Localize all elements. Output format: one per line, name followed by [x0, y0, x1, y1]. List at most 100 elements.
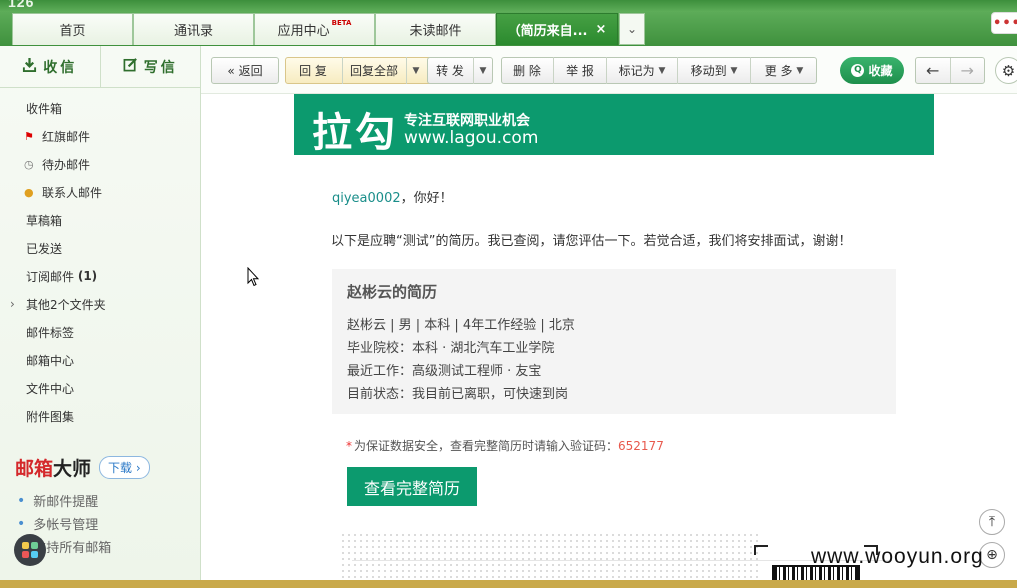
folder-list: 收件箱 ⚑ 红旗邮件 ◷ 待办邮件 ● 联系人邮件 草稿箱 已发送 订阅邮件 (1) …	[0, 94, 200, 430]
required-star: *	[346, 439, 352, 453]
chevron-down-icon: ▼	[796, 65, 804, 76]
tab-unread[interactable]: 未读邮件	[375, 13, 496, 45]
compose-label: 写信	[143, 59, 178, 76]
clock-icon: ◷	[24, 157, 34, 171]
folder-drafts[interactable]: 草稿箱	[0, 206, 200, 234]
beta-badge: BETA	[331, 18, 352, 27]
folder-other[interactable]: › 其他2个文件夹	[0, 290, 200, 318]
forward-button[interactable]: 转 发	[427, 57, 473, 84]
folder-label: 其他2个文件夹	[26, 297, 106, 312]
reply-button[interactable]: 回 复	[285, 57, 341, 84]
move-to-label: 移动到	[690, 64, 727, 78]
mail-navigation: ← →	[915, 57, 985, 84]
more-menu-button[interactable]: •••	[991, 12, 1017, 34]
collect-icon: Q	[851, 64, 865, 77]
folder-label: 附件图集	[26, 409, 75, 424]
report-button[interactable]: 举 报	[554, 57, 606, 84]
back-arrow-icon: «	[227, 63, 235, 78]
receive-button[interactable]: 收信	[0, 46, 100, 87]
next-mail-icon[interactable]: →	[949, 58, 985, 83]
compose-button[interactable]: 写信	[99, 46, 201, 87]
contact-icon: ●	[24, 185, 34, 199]
folder-label: 邮件标签	[26, 325, 75, 340]
watermark: www.wooyun.org	[811, 545, 984, 568]
resume-summary: 赵彬云 | 男 | 本科 | 4年工作经验 | 北京	[347, 318, 575, 333]
top-strip: 126	[0, 0, 1017, 12]
reply-all-label: 回复全部	[349, 64, 398, 78]
folder-label: 红旗邮件	[42, 129, 91, 144]
tab-unread-label: 未读邮件	[409, 24, 462, 39]
lagou-url[interactable]: www.lagou.com	[404, 128, 538, 148]
mail-content: 拉勾 专注互联网职业机会 www.lagou.com qiyea0002，你好！…	[202, 94, 1017, 588]
previous-mail-icon[interactable]: ←	[916, 58, 950, 83]
reply-dropdown[interactable]: ▼	[407, 57, 425, 84]
promo-title: 邮箱 大师 下载 ›	[15, 454, 150, 481]
flag-icon: ⚑	[24, 129, 34, 143]
lagou-banner: 拉勾 专注互联网职业机会 www.lagou.com	[294, 94, 934, 156]
chevron-down-icon: ▼	[412, 65, 420, 76]
folder-flagged[interactable]: ⚑ 红旗邮件	[0, 122, 200, 150]
greeting-user: qiyea0002	[332, 191, 401, 206]
back-button[interactable]: «返回	[211, 57, 279, 84]
scroll-top-icon[interactable]: ⤒	[979, 509, 1005, 535]
folder-inbox[interactable]: 收件箱	[0, 94, 200, 122]
promo-download-label: 下载	[108, 461, 133, 475]
promo-title-part1: 邮箱	[15, 458, 54, 480]
mail-toolbar: «返回 回 复 回复全部 ▼ 转 发 ▼ 删 除 举 报 标记为 ▼ 移动到 ▼…	[201, 46, 1017, 94]
view-full-resume-button[interactable]: 查看完整简历	[347, 467, 477, 506]
more-button[interactable]: 更 多 ▼	[751, 57, 817, 84]
back-label: 返回	[238, 64, 263, 78]
folder-file-center[interactable]: 文件中心	[0, 374, 200, 402]
lagou-logo: 拉勾	[312, 110, 398, 156]
folder-label: 文件中心	[26, 381, 75, 396]
tab-contacts-label: 通讯录	[173, 24, 213, 39]
verify-text: 为保证数据安全，查看完整简历时请输入验证码：	[354, 439, 619, 453]
greeting: qiyea0002，你好！	[332, 187, 453, 206]
folder-attachments[interactable]: 附件图集	[0, 402, 200, 430]
resume-status: 目前状态：我目前已离职，可快速到岗	[347, 387, 569, 402]
resume-card: 赵彬云的简历 赵彬云 | 男 | 本科 | 4年工作经验 | 北京 毕业院校：本…	[332, 269, 896, 414]
tab-app-center[interactable]: 应用中心 BETA	[254, 13, 375, 45]
mouse-cursor-icon	[247, 267, 259, 287]
brand-logo: 126	[8, 0, 35, 10]
reply-label: 回 复	[299, 64, 327, 78]
tab-list-dropdown[interactable]: ⌄	[619, 13, 645, 45]
folder-label: 邮箱中心	[26, 353, 75, 368]
more-label: 更 多	[764, 64, 793, 78]
folder-label: 订阅邮件	[26, 269, 75, 284]
chevron-down-icon: ▼	[730, 65, 738, 76]
move-to-button[interactable]: 移动到 ▼	[678, 57, 750, 84]
tab-resume-mail[interactable]: （简历来自... ×	[496, 13, 618, 45]
apps-icon[interactable]	[14, 534, 46, 566]
receive-label: 收信	[43, 59, 78, 76]
resume-school: 毕业院校：本科 · 湖北汽车工业学院	[347, 341, 555, 356]
status-strip	[0, 580, 1017, 588]
folder-subscriptions[interactable]: 订阅邮件 (1)	[0, 262, 200, 290]
folder-contacts-mail[interactable]: ● 联系人邮件	[0, 178, 200, 206]
folder-label: 草稿箱	[26, 213, 63, 228]
delete-button[interactable]: 删 除	[501, 57, 553, 84]
folder-label: 已发送	[26, 241, 63, 256]
intro-text: 以下是应聘“测试”的简历。我已查阅，请您评估一下。若觉合适，我们将安排面试，谢谢…	[331, 234, 852, 249]
gear-icon[interactable]: ⚙	[995, 57, 1017, 84]
mail-actions: 收信 写信	[0, 46, 200, 88]
resume-recent-job: 最近工作：高级测试工程师 · 友宝	[347, 364, 542, 379]
chevron-right-icon[interactable]: ›	[10, 297, 15, 311]
tab-home[interactable]: 首页	[12, 13, 133, 45]
mark-as-button[interactable]: 标记为 ▼	[607, 57, 677, 84]
tab-contacts[interactable]: 通讯录	[133, 13, 254, 45]
verify-notice: * 为保证数据安全，查看完整简历时请输入验证码：652177	[346, 437, 664, 454]
folder-mailbox-center[interactable]: 邮箱中心	[0, 346, 200, 374]
folder-sent[interactable]: 已发送	[0, 234, 200, 262]
reply-all-button[interactable]: 回复全部	[343, 57, 405, 84]
collect-button[interactable]: Q 收藏	[840, 57, 904, 84]
promo-download-button[interactable]: 下载 ›	[99, 456, 150, 479]
forward-dropdown[interactable]: ▼	[474, 57, 492, 84]
chevron-down-icon: ▼	[658, 65, 666, 76]
folder-tags[interactable]: 邮件标签	[0, 318, 200, 346]
tab-bar: 首页 通讯录 应用中心 BETA 未读邮件 （简历来自... ×	[0, 12, 1017, 46]
folder-label: 联系人邮件	[42, 185, 103, 200]
folder-todo[interactable]: ◷ 待办邮件	[0, 150, 200, 178]
close-icon[interactable]: ×	[595, 22, 606, 37]
sidebar: 收信 写信 收件箱 ⚑ 红旗邮件 ◷ 待办邮件 ● 联系人邮件 草稿箱 已发送 订阅邮…	[0, 46, 201, 588]
